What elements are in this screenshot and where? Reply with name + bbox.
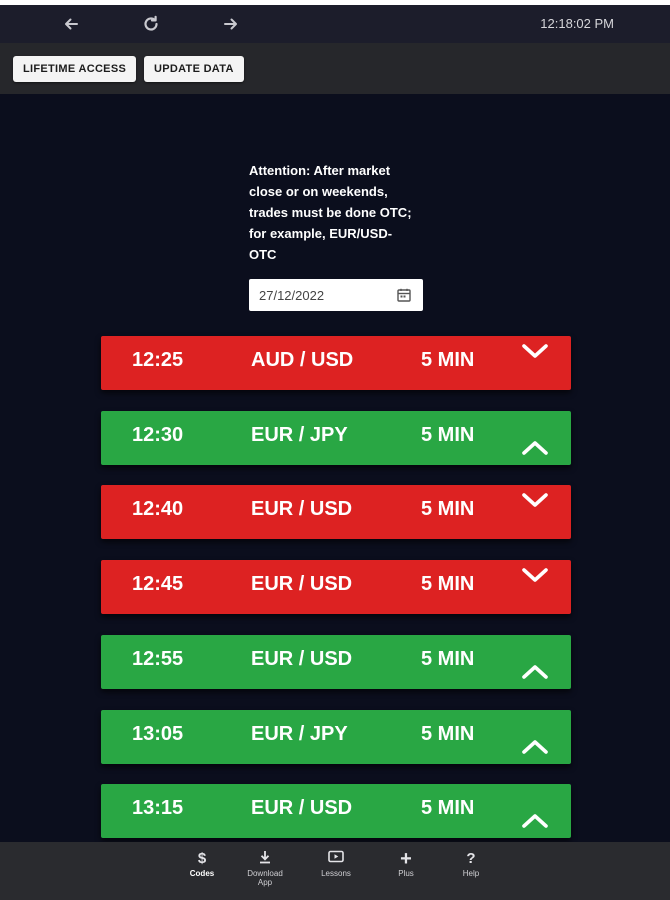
otc-notice: Attention: After market close or on week… xyxy=(249,163,412,262)
signal-expiry: 5 MIN xyxy=(421,797,475,819)
update-data-button[interactable]: UPDATE DATA xyxy=(144,56,244,82)
signal-row[interactable]: 13:05 EUR / JPY 5 MIN xyxy=(101,710,571,764)
nav-plus-label: Plus xyxy=(398,869,414,878)
signal-row[interactable]: 12:55 EUR / USD 5 MIN xyxy=(101,635,571,689)
signal-time: 12:45 xyxy=(132,573,184,595)
signal-time: 12:55 xyxy=(132,648,184,670)
forward-button[interactable] xyxy=(218,11,244,37)
toolbar: LIFETIME ACCESS UPDATE DATA xyxy=(0,43,670,94)
signal-expiry: 5 MIN xyxy=(421,648,475,670)
dollar-icon: $ xyxy=(197,850,207,867)
help-icon: ? xyxy=(466,850,476,867)
nav-lessons[interactable]: Lessons xyxy=(308,850,364,878)
signal-time: 12:25 xyxy=(132,349,184,371)
chevron-up-icon xyxy=(520,812,550,830)
signal-row[interactable]: 13:15 EUR / USD 5 MIN xyxy=(101,784,571,838)
chevron-down-icon xyxy=(520,342,550,360)
nav-help[interactable]: ? Help xyxy=(443,850,499,878)
signal-pair: AUD / USD xyxy=(251,349,354,371)
reload-icon xyxy=(144,15,158,31)
signal-expiry: 5 MIN xyxy=(421,498,475,520)
signal-time: 12:40 xyxy=(132,498,184,520)
back-button[interactable] xyxy=(58,11,84,37)
signal-pair: EUR / JPY xyxy=(251,723,348,745)
nav-download-label-1: Download xyxy=(247,869,283,878)
lifetime-access-button[interactable]: LIFETIME ACCESS xyxy=(13,56,137,82)
signal-expiry: 5 MIN xyxy=(421,349,475,371)
calendar-icon[interactable] xyxy=(397,288,411,302)
nav-download-app[interactable]: Download App xyxy=(237,850,293,887)
arrow-left-icon xyxy=(65,18,78,30)
signal-pair: EUR / USD xyxy=(251,648,353,670)
video-icon xyxy=(308,850,364,868)
nav-lessons-label: Lessons xyxy=(321,869,351,878)
arrow-right-icon xyxy=(224,18,237,30)
date-input[interactable] xyxy=(249,279,389,311)
reload-button[interactable] xyxy=(138,11,164,37)
chevron-up-icon xyxy=(520,439,550,457)
signal-row[interactable]: 12:45 EUR / USD 5 MIN xyxy=(101,560,571,614)
signal-time: 13:05 xyxy=(132,723,184,745)
signal-row[interactable]: 12:30 EUR / JPY 5 MIN xyxy=(101,411,571,465)
nav-codes-label: Codes xyxy=(189,869,215,878)
signal-pair: EUR / USD xyxy=(251,573,353,595)
chevron-down-icon xyxy=(520,491,550,509)
signal-expiry: 5 MIN xyxy=(421,424,475,446)
nav-help-label: Help xyxy=(462,869,480,878)
chevron-up-icon xyxy=(520,663,550,681)
browser-nav-bar: 12:18:02 PM xyxy=(0,5,670,43)
nav-download-label-2: App xyxy=(257,878,273,887)
signal-time: 12:30 xyxy=(132,424,184,446)
signal-expiry: 5 MIN xyxy=(421,723,475,745)
bottom-nav: $ Codes Download App Lessons + Plus ? He… xyxy=(0,842,670,900)
date-picker[interactable] xyxy=(249,279,423,311)
chevron-down-icon xyxy=(520,566,550,584)
download-icon xyxy=(237,850,293,868)
nav-plus[interactable]: + Plus xyxy=(378,848,434,878)
signal-pair: EUR / JPY xyxy=(251,424,348,446)
signal-row[interactable]: 12:40 EUR / USD 5 MIN xyxy=(101,485,571,539)
signal-row[interactable]: 12:25 AUD / USD 5 MIN xyxy=(101,336,571,390)
plus-icon: + xyxy=(400,848,412,870)
signal-pair: EUR / USD xyxy=(251,498,353,520)
signal-expiry: 5 MIN xyxy=(421,573,475,595)
chevron-up-icon xyxy=(520,738,550,756)
signal-pair: EUR / USD xyxy=(251,797,353,819)
nav-codes[interactable]: $ Codes xyxy=(174,850,230,878)
clock: 12:18:02 PM xyxy=(540,16,614,31)
signal-time: 13:15 xyxy=(132,797,184,819)
